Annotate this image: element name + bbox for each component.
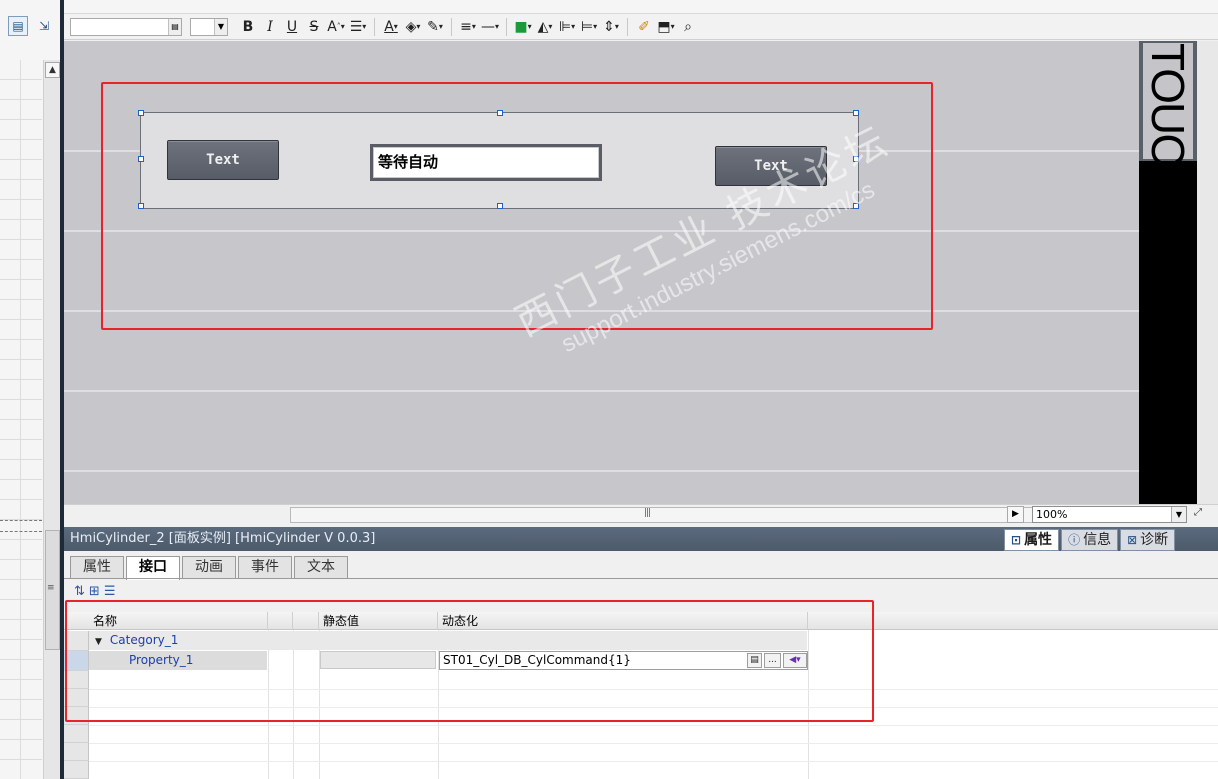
line-style-icon[interactable]: —▾ — [480, 17, 500, 37]
resize-handle[interactable] — [853, 110, 859, 116]
italic-button[interactable]: I — [260, 17, 280, 37]
tab-info-label: 信息 — [1083, 532, 1112, 548]
chevron-down-icon: ▼ — [1171, 507, 1186, 522]
text-color-button[interactable]: A▾ — [381, 17, 401, 37]
device-bezel: TOUCH — [1139, 41, 1218, 504]
tab-properties-label: 属性 — [1024, 532, 1053, 548]
fill-color-icon[interactable]: ◈▾ — [403, 17, 423, 37]
properties-icon: ⊡ — [1011, 533, 1022, 547]
format-toolbar: ▤ ▼ B I U S A˄▾ ☰▾ A▾ ◈▾ ✎▾ ≡▾ —▾ ■▾ ◭▾ … — [64, 14, 1218, 40]
interface-property-grid: 名称 静态值 动态化 ▼ Category_1 Property_1 ST01_C… — [64, 600, 1218, 779]
canvas-hscrollbar[interactable]: ||| ▶ 100% ▼ ⤢ — [64, 504, 1218, 524]
resize-handle[interactable] — [853, 156, 859, 162]
left-project-tree: ▤ ⇲ ▲ ≡ — [0, 0, 63, 779]
collapse-icon[interactable]: ☰ — [104, 584, 116, 599]
info-icon: ⓘ — [1068, 533, 1081, 547]
tree-grid — [0, 60, 42, 779]
top-band — [64, 0, 1218, 14]
grid-toolbar: ⇅ ⊞ ☰ — [74, 584, 115, 599]
resize-handle[interactable] — [853, 203, 859, 209]
zoom-fit-icon[interactable]: ⤢ — [1194, 507, 1214, 523]
scroll-up-button[interactable]: ▲ — [45, 62, 60, 78]
diagnostics-icon: ⊠ — [1127, 533, 1138, 547]
tab-info[interactable]: ⓘ 信息 — [1061, 529, 1119, 551]
line-width-icon[interactable]: ≡▾ — [458, 17, 478, 37]
font-grow-label: A — [327, 18, 337, 35]
row-divider — [89, 725, 1218, 726]
subtab-interface[interactable]: 接口 — [126, 556, 180, 580]
left-toolbar: ▤ ⇲ — [8, 16, 54, 36]
row-divider — [89, 743, 1218, 744]
row-header[interactable] — [64, 761, 89, 779]
highlight-box-grid — [65, 600, 874, 722]
export-icon[interactable]: ⇲ — [34, 16, 54, 36]
resize-handle[interactable] — [138, 203, 144, 209]
strikethrough-button[interactable]: S — [304, 17, 324, 37]
sort-icon[interactable]: ⇅ — [74, 584, 85, 599]
grip-icon: ||| — [644, 508, 651, 518]
resize-handle[interactable] — [497, 110, 503, 116]
separator — [627, 17, 629, 36]
grip-icon: ≡ — [47, 583, 55, 593]
bold-button[interactable]: B — [238, 17, 258, 37]
align-objects-icon[interactable]: ⊫▾ — [557, 17, 577, 37]
layers-icon[interactable]: ⬒▾ — [656, 17, 676, 37]
distribute-icon[interactable]: ⊨▾ — [579, 17, 599, 37]
faceplate-instance[interactable]: Text 等待自动 Text — [138, 110, 859, 209]
tab-properties[interactable]: ⊡ 属性 — [1004, 529, 1060, 551]
row-header[interactable] — [64, 725, 89, 743]
bring-forward-icon[interactable]: ■▾ — [513, 17, 533, 37]
subtab-animations[interactable]: 动画 — [182, 556, 236, 578]
list-view-icon[interactable]: ▤ — [8, 16, 28, 36]
same-size-icon[interactable]: ⇕▾ — [601, 17, 621, 37]
tree-selected-row[interactable] — [0, 520, 42, 532]
screen-canvas[interactable]: Text 等待自动 Text 西门子工业 技术论坛 support.indust… — [64, 41, 1139, 504]
faceplate-button-right[interactable]: Text — [715, 146, 827, 186]
left-scrollbar[interactable]: ▲ ≡ — [43, 60, 60, 779]
font-size-select[interactable]: ▼ — [190, 17, 228, 36]
zoom-value: 100% — [1036, 508, 1068, 521]
resize-handle[interactable] — [138, 156, 144, 162]
zoom-area-icon[interactable]: ⌕ — [678, 17, 698, 37]
hscroll-thumb[interactable] — [290, 507, 1070, 523]
align-icon[interactable]: ☰▾ — [348, 17, 368, 37]
subtab-properties[interactable]: 属性 — [70, 556, 124, 578]
dropdown-icon: ▤ — [168, 18, 181, 35]
row-divider — [89, 761, 1218, 762]
inspector-sub-tabs: 属性 接口 动画 事件 文本 — [70, 556, 348, 580]
zoom-select[interactable]: 100% ▼ — [1032, 506, 1187, 523]
expand-icon[interactable]: ⊞ — [89, 584, 100, 599]
subtab-texts[interactable]: 文本 — [294, 556, 348, 578]
subtab-baseline — [64, 578, 1218, 579]
tab-diagnostics[interactable]: ⊠ 诊断 — [1120, 529, 1176, 551]
chevron-down-icon: ▼ — [214, 18, 227, 35]
resize-handle[interactable] — [497, 203, 503, 209]
underline-button[interactable]: U — [282, 17, 302, 37]
tab-diagnostics-label: 诊断 — [1140, 532, 1169, 548]
text-color-label: A — [384, 18, 394, 35]
subtab-events[interactable]: 事件 — [238, 556, 292, 578]
row-header[interactable] — [64, 743, 89, 761]
inspector-main-tabs: ⊡ 属性 ⓘ 信息 ⊠ 诊断 — [1004, 529, 1176, 551]
line-color-icon[interactable]: ✎▾ — [425, 17, 445, 37]
rotate-icon[interactable]: ◭▾ — [535, 17, 555, 37]
font-family-select[interactable]: ▤ — [70, 17, 182, 36]
inspector-title: HmiCylinder_2 [面板实例] [HmiCylinder V 0.0.… — [70, 531, 376, 546]
format-painter-icon[interactable]: ✐ — [634, 17, 654, 37]
separator — [506, 17, 508, 36]
faceplate-button-left[interactable]: Text — [167, 140, 279, 180]
scroll-right-button[interactable]: ▶ — [1007, 506, 1024, 523]
separator — [451, 17, 452, 36]
resize-handle[interactable] — [138, 110, 144, 116]
faceplate-io-field[interactable]: 等待自动 — [370, 144, 602, 181]
separator — [374, 17, 375, 36]
bezel-brand-text: TOUCH — [1142, 43, 1194, 196]
font-grow-button[interactable]: A˄▾ — [326, 17, 346, 37]
